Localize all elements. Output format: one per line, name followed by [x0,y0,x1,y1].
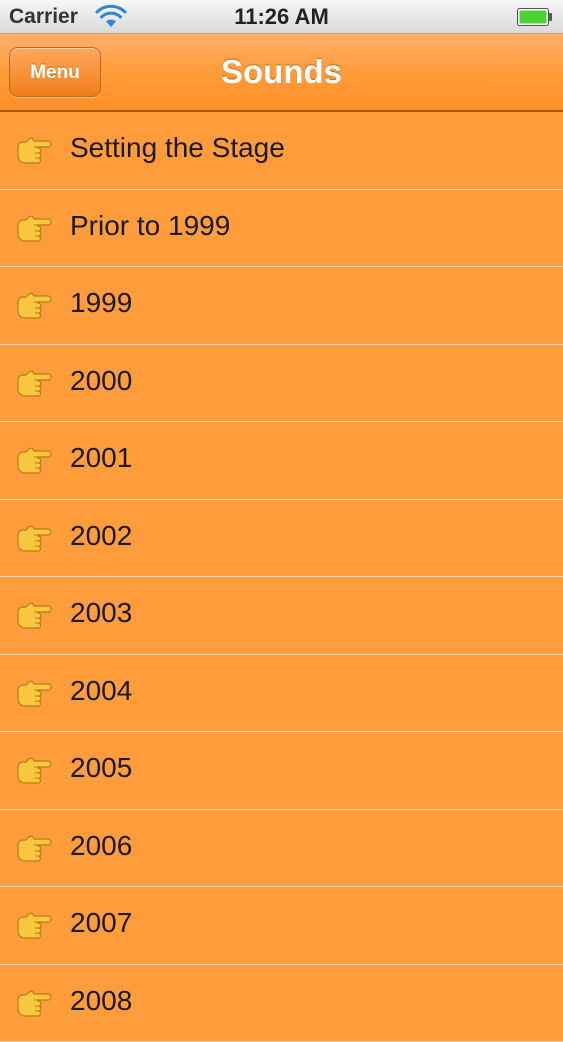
list-item-label: 2008 [70,965,132,1041]
list-item-label: 2003 [70,577,132,653]
list-item-1999[interactable]: 1999 [0,267,563,345]
sounds-list: Setting the Stage Prior to 1999 1999 200… [0,112,563,1042]
list-item-label: 2004 [70,655,132,731]
pointing-hand-icon [16,136,52,164]
list-item-label: 2006 [70,810,132,886]
list-item-2008[interactable]: 2008 [0,965,563,1042]
status-bar: Carrier 11:26 AM [0,0,563,34]
pointing-hand-icon [16,291,52,319]
navigation-bar: Sounds Menu [0,34,563,112]
list-item-label: Setting the Stage [70,112,285,188]
pointing-hand-icon [16,214,52,242]
list-item-label: Prior to 1999 [70,190,230,266]
list-item-2003[interactable]: 2003 [0,577,563,655]
pointing-hand-icon [16,834,52,862]
list-item-2007[interactable]: 2007 [0,887,563,965]
list-item-2005[interactable]: 2005 [0,732,563,810]
pointing-hand-icon [16,756,52,784]
list-item-prior-to-1999[interactable]: Prior to 1999 [0,190,563,268]
list-item-label: 1999 [70,267,132,343]
list-item-setting-the-stage[interactable]: Setting the Stage [0,112,563,190]
status-time: 11:26 AM [0,4,563,30]
pointing-hand-icon [16,911,52,939]
pointing-hand-icon [16,369,52,397]
pointing-hand-icon [16,601,52,629]
list-item-2001[interactable]: 2001 [0,422,563,500]
pointing-hand-icon [16,524,52,552]
menu-button[interactable]: Menu [9,47,101,97]
list-item-2000[interactable]: 2000 [0,345,563,423]
list-item-label: 2000 [70,345,132,421]
list-item-2004[interactable]: 2004 [0,655,563,733]
pointing-hand-icon [16,446,52,474]
list-item-label: 2007 [70,887,132,963]
list-item-label: 2005 [70,732,132,808]
battery-icon [517,8,553,26]
pointing-hand-icon [16,679,52,707]
list-item-2006[interactable]: 2006 [0,810,563,888]
list-item-2002[interactable]: 2002 [0,500,563,578]
pointing-hand-icon [16,989,52,1017]
list-item-label: 2002 [70,500,132,576]
list-item-label: 2001 [70,422,132,498]
